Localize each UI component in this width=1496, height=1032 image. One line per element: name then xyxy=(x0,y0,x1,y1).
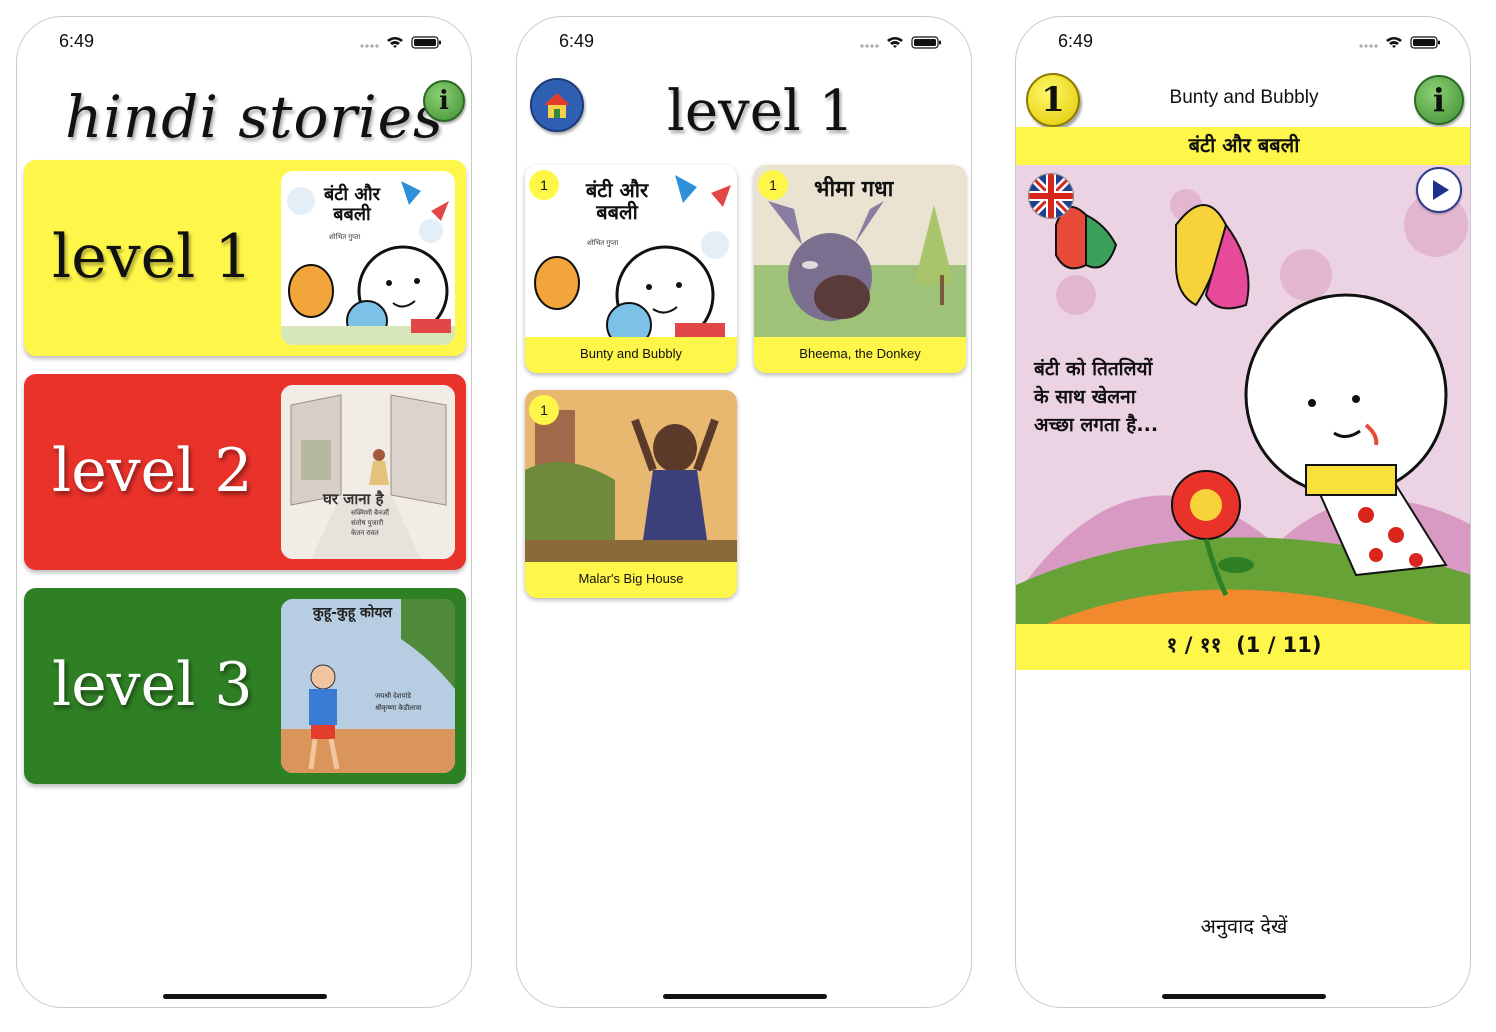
book-level-badge: 1 xyxy=(758,170,788,200)
house-icon xyxy=(544,93,570,118)
play-button[interactable] xyxy=(1416,167,1462,213)
status-time: 6:49 xyxy=(1058,31,1094,51)
story-illustration: बंटी को तितलियों के साथ खेलना अच्छा लगता… xyxy=(1016,165,1470,624)
koyal-cover-art xyxy=(281,599,455,773)
book-card-bheema[interactable]: भीमा गधा 1 Bheema, the Donkey xyxy=(754,165,966,373)
level-1-thumb-author: शोभित गुप्ता xyxy=(329,234,361,241)
level-1-label: level 1 xyxy=(52,222,253,292)
status-icons xyxy=(1359,36,1440,49)
book-level-badge: 1 xyxy=(529,170,559,200)
book-title: Bunty and Bubbly xyxy=(525,337,737,373)
book-card-malar[interactable]: 1 Malar's Big House xyxy=(525,390,737,598)
thumb-author: केतन रावत xyxy=(351,530,379,537)
app-logo-text: hindi stories xyxy=(65,83,444,151)
thumb-author: श्रीकृष्णा केडीलाया xyxy=(375,705,422,712)
level-1-thumb-title: बंटी और बबली xyxy=(323,184,381,225)
level-1-card[interactable]: level 1 बंटी और बबली शोभित गुप्ता xyxy=(24,160,466,356)
level-3-thumb-title: कुहू-कुहू कोयल xyxy=(313,605,393,621)
level-3-thumbnail: कुहू-कुहू कोयल जयश्री देशपांडे श्रीकृष्ण… xyxy=(281,599,455,773)
translate-button[interactable]: अनुवाद देखें xyxy=(1016,912,1470,939)
home-screen: 6:49 hindi stories i level 1 बंटी और बबल… xyxy=(16,16,472,1008)
app-logo: hindi stories xyxy=(65,83,444,151)
info-icon: i xyxy=(1432,81,1446,119)
status-time: 6:49 xyxy=(59,31,95,51)
hindi-title: बंटी और बबली xyxy=(1188,133,1300,157)
book-title: Bheema, the Donkey xyxy=(754,337,966,373)
story-line: बंटी को तितलियों xyxy=(1034,358,1153,380)
story-screen: 6:49 1 Bunty and Bubbly i बंटी और बबली ब… xyxy=(1015,16,1471,1008)
level-3-thumb-authors: जयश्री देशपांडे श्रीकृष्णा केडीलाया xyxy=(375,691,422,715)
story-panel: बंटी और बबली बंटी को तितलियों के साथ खेल… xyxy=(1016,127,1470,670)
play-icon xyxy=(1433,180,1449,200)
level-3-label: level 3 xyxy=(52,650,253,720)
story-line: अच्छा लगता है... xyxy=(1034,414,1159,436)
book-title: Malar's Big House xyxy=(525,562,737,598)
level-title: level 1 xyxy=(667,79,855,144)
level-2-thumbnail: घर जाना है रुक्मिणी बैनर्जी संतोष पुजारी… xyxy=(281,385,455,559)
home-button[interactable] xyxy=(530,78,584,132)
status-icons xyxy=(860,36,941,49)
info-button[interactable]: i xyxy=(423,80,465,122)
level-screen: 6:49 level 1 बंटी और बबली शोभित गुप्ता 1… xyxy=(516,16,972,1008)
thumb-author: रुक्मिणी बैनर्जी xyxy=(351,510,389,517)
flag-art xyxy=(1029,174,1073,218)
status-icons xyxy=(360,36,441,49)
book-level-badge: 1 xyxy=(529,395,559,425)
story-line: के साथ खेलना xyxy=(1034,386,1136,408)
book-cover-author: शोभित गुप्ता xyxy=(587,240,619,247)
thumb-author: जयश्री देशपांडे xyxy=(375,693,411,700)
level-3-card[interactable]: level 3 कुहू-कुहू कोयल जयश्री देशपांडे श… xyxy=(24,588,466,784)
level-2-thumb-title: घर जाना है xyxy=(323,490,384,508)
status-bar: 6:49 xyxy=(517,17,971,67)
level-2-thumb-authors: रुक्मिणी बैनर्जी संतोष पुजारी केतन रावत xyxy=(351,509,389,539)
level-2-label: level 2 xyxy=(52,436,253,506)
story-title: Bunty and Bubbly xyxy=(1169,87,1319,108)
level-1-thumbnail: बंटी और बबली शोभित गुप्ता xyxy=(281,171,455,345)
book-card-bunty[interactable]: बंटी और बबली शोभित गुप्ता 1 Bunty and Bu… xyxy=(525,165,737,373)
home-indicator[interactable] xyxy=(1162,994,1326,999)
english-flag-icon[interactable] xyxy=(1028,173,1074,219)
book-cover-title: बंटी और बबली xyxy=(585,178,649,224)
page-indicator: १ / ११ (1 / 11) xyxy=(1166,633,1322,657)
story-text: बंटी को तितलियों के साथ खेलना अच्छा लगता… xyxy=(1034,355,1158,439)
info-button[interactable]: i xyxy=(1414,75,1464,125)
home-indicator[interactable] xyxy=(663,994,827,999)
thumb-author: संतोष पुजारी xyxy=(351,520,384,527)
home-indicator[interactable] xyxy=(163,994,327,999)
status-time: 6:49 xyxy=(559,31,595,51)
book-cover-title: भीमा गधा xyxy=(814,177,894,202)
info-icon: i xyxy=(439,86,449,116)
status-bar: 6:49 xyxy=(17,17,471,67)
level-2-card[interactable]: level 2 घर जाना है रुक्मिणी बैनर्जी संतो… xyxy=(24,374,466,570)
status-bar: 6:49 xyxy=(1016,17,1470,67)
